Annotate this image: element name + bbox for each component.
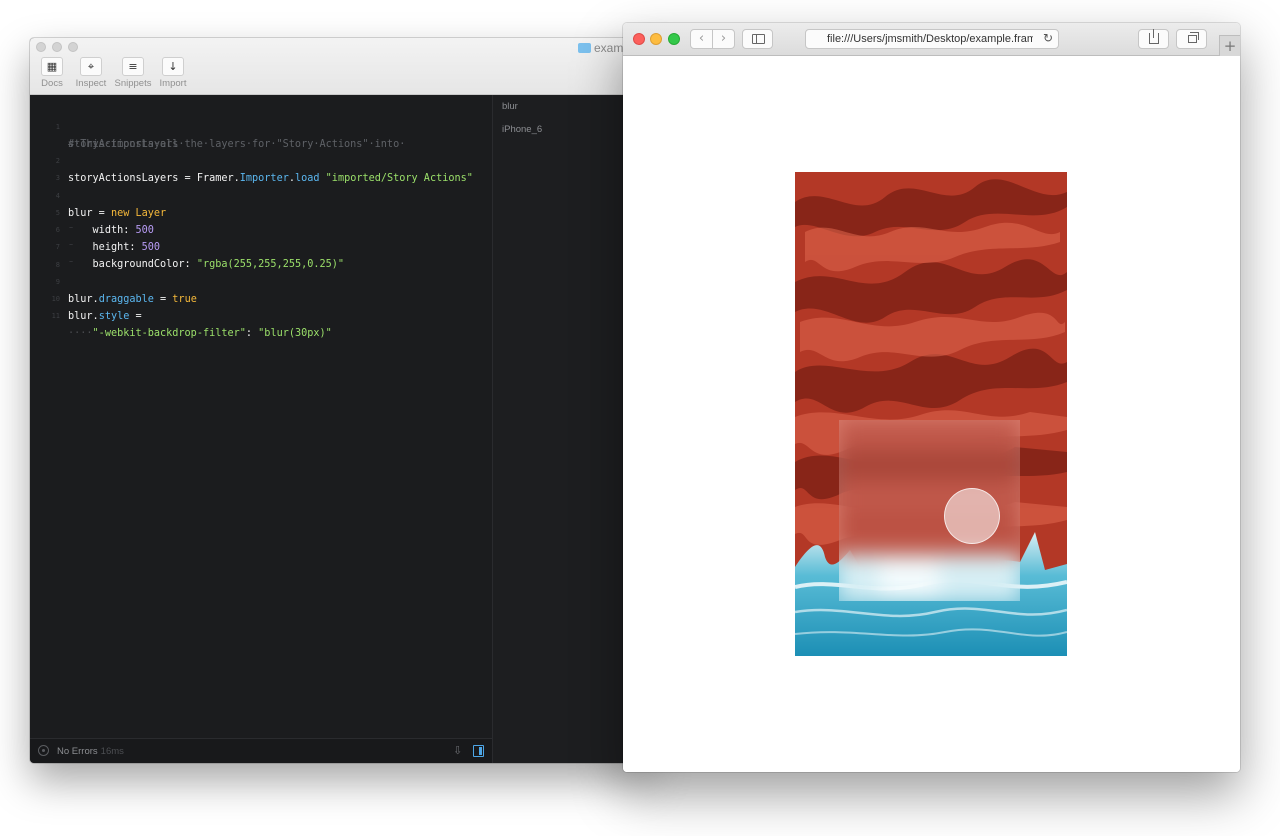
code-text: blur.draggable = true — [68, 294, 197, 305]
forward-button[interactable]: › — [712, 29, 735, 49]
draggable-circle[interactable] — [944, 488, 1000, 544]
code-line-3: 3 — [30, 153, 79, 182]
sidebar-icon — [752, 34, 765, 44]
safari-toolbar: ‹ › file:///Users/jmsmith/Desktop/exampl… — [623, 23, 1240, 57]
status-text: No Errors 16ms — [57, 746, 124, 757]
code-line-1-wrap: storyActionsLayers — [30, 119, 178, 150]
code-editor[interactable]: 1 #·This·imports·all·the·layers·for·"Sto… — [30, 95, 492, 738]
status-time: 16ms — [100, 746, 124, 757]
docs-label: Docs — [41, 78, 63, 89]
code-text: ⁻ height: 500 — [68, 242, 161, 253]
code-line-1: 1 #·This·imports·all·the·layers·for·"Sto… — [30, 102, 406, 150]
code-line-7: 7 ⁻ backgroundColor: "rgba(255,255,255,0… — [30, 222, 344, 270]
code-text: ⁻ backgroundColor: "rgba(255,255,255,0.2… — [68, 259, 345, 270]
framer-titlebar: example ▦ Docs ⌖ Inspect ≡ Snippets ↓ Im… — [30, 38, 650, 95]
layer-item-blur[interactable]: blur — [502, 101, 518, 112]
line-number: 11 — [51, 312, 60, 320]
status-bar: No Errors 16ms ⇩ — [30, 738, 492, 763]
code-line-11: 11 ····"-webkit-backdrop-filter": "blur(… — [30, 291, 332, 339]
inspect-button[interactable]: ⌖ Inspect — [69, 57, 113, 89]
code-text: ····"-webkit-backdrop-filter": "blur(30p… — [68, 328, 332, 339]
close-button[interactable] — [36, 42, 46, 52]
framer-window: example ▦ Docs ⌖ Inspect ≡ Snippets ↓ Im… — [30, 38, 650, 763]
import-label: Import — [159, 78, 187, 89]
sidebar-button[interactable] — [742, 29, 773, 49]
address-bar[interactable]: file:///Users/jmsmith/Desktop/example.fr… — [805, 29, 1059, 49]
import-arrow-icon: ↓ — [162, 57, 184, 76]
code-line-4: 4 blur = new Layer — [30, 171, 166, 219]
code-line-10: 10 blur.style = — [30, 274, 142, 322]
desktop: example ▦ Docs ⌖ Inspect ≡ Snippets ↓ Im… — [0, 0, 1280, 836]
iphone-screen — [795, 172, 1067, 656]
snippets-button[interactable]: ≡ Snippets — [111, 57, 155, 89]
code-comment-wrap: storyActionsLayers — [68, 139, 179, 150]
docs-icon: ▦ — [41, 57, 63, 76]
code-line-2: 2 storyActionsLayers = Framer.Importer.l… — [30, 136, 473, 184]
inspect-label: Inspect — [75, 78, 107, 89]
target-icon — [38, 745, 49, 756]
folder-icon — [578, 43, 591, 53]
download-arrow-icon[interactable]: ⇩ — [453, 745, 462, 757]
import-button[interactable]: ↓ Import — [151, 57, 195, 89]
list-icon: ≡ — [122, 57, 144, 76]
snippets-label: Snippets — [114, 78, 152, 89]
safari-window: ‹ › file:///Users/jmsmith/Desktop/exampl… — [623, 23, 1240, 772]
code-line-9: 9 blur.draggable = true — [30, 257, 197, 305]
panel-toggle-icon[interactable] — [473, 745, 484, 757]
code-text: blur.style = — [68, 311, 142, 322]
code-text: ⁻ width: 500 — [68, 225, 154, 236]
layer-item-iphone[interactable]: iPhone_6 — [502, 124, 542, 135]
page-content — [623, 56, 1240, 772]
code-line-5: 5 ⁻ width: 500 — [30, 188, 154, 236]
docs-button[interactable]: ▦ Docs — [30, 57, 74, 89]
share-icon — [1149, 29, 1159, 44]
minimize-button[interactable] — [650, 33, 662, 45]
zoom-button[interactable] — [68, 42, 78, 52]
minimize-button[interactable] — [52, 42, 62, 52]
reload-icon[interactable]: ↻ — [1043, 31, 1053, 45]
crosshair-icon: ⌖ — [80, 57, 102, 76]
blur-layer[interactable] — [839, 420, 1020, 601]
code-line-8: 8 — [30, 240, 79, 269]
close-button[interactable] — [633, 33, 645, 45]
back-button[interactable]: ‹ — [690, 29, 713, 49]
show-tabs-button[interactable] — [1176, 29, 1207, 49]
code-text: storyActionsLayers = Framer.Importer.loa… — [68, 173, 473, 184]
tabs-icon — [1188, 32, 1199, 43]
status-message: No Errors — [57, 746, 98, 757]
code-text: blur = new Layer — [68, 208, 167, 219]
zoom-button[interactable] — [668, 33, 680, 45]
share-button[interactable] — [1138, 29, 1169, 49]
address-text: file:///Users/jmsmith/Desktop/example.fr… — [827, 33, 1033, 45]
code-line-6: 6 ⁻ height: 500 — [30, 205, 160, 253]
new-tab-button[interactable]: + — [1219, 35, 1240, 57]
